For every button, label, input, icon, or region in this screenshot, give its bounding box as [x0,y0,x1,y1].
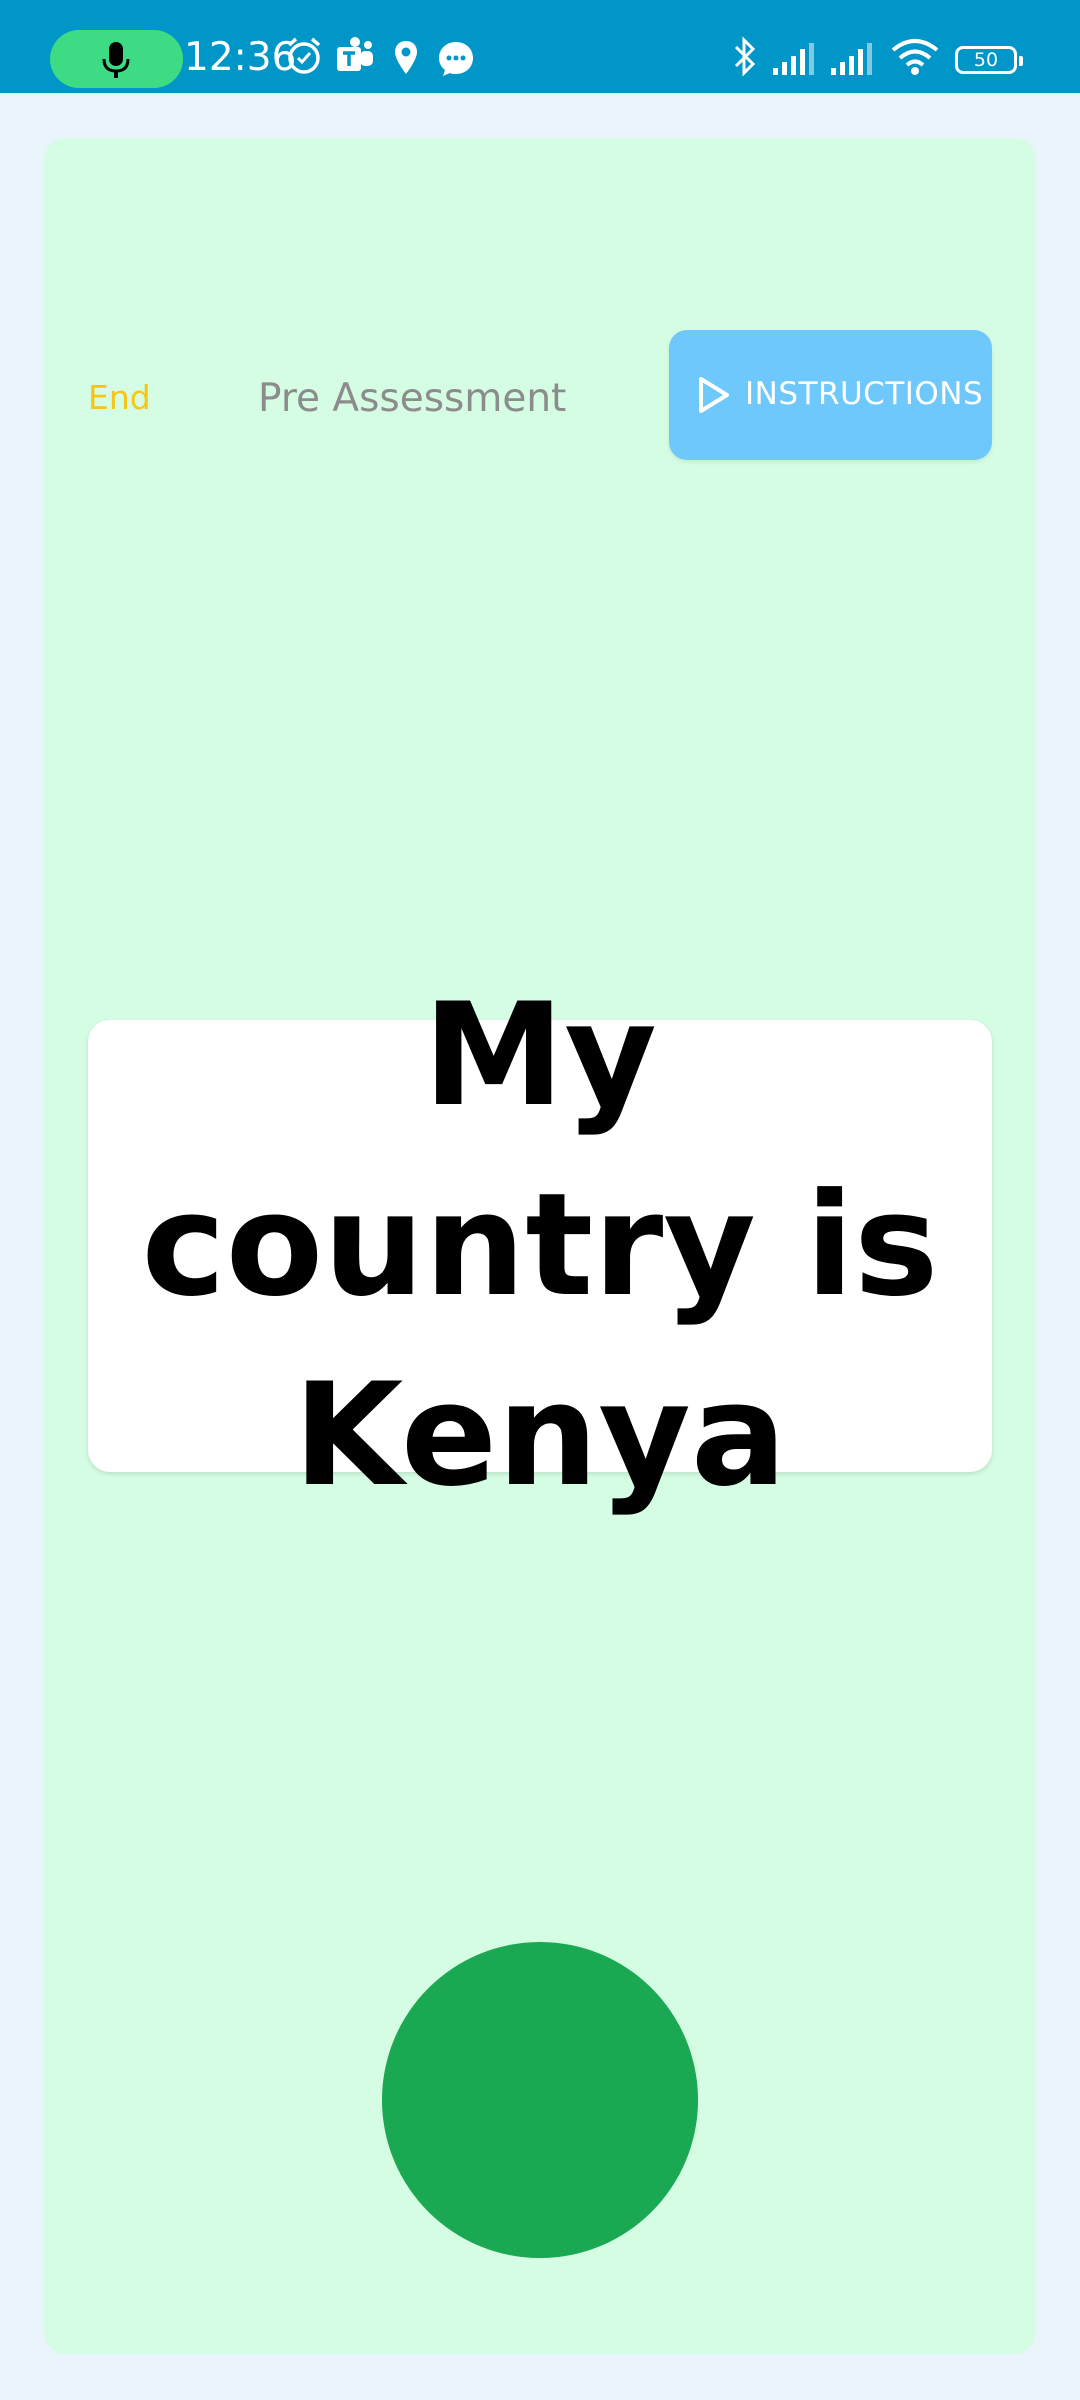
status-bar: 12:36 50 [0,0,1080,93]
signal-icon [831,43,872,75]
battery-icon: 50 [955,46,1023,74]
instructions-label: INSTRUCTIONS [745,376,984,412]
alarm-icon [287,37,321,74]
location-icon [395,41,417,74]
mic-icon [102,42,130,78]
instructions-button[interactable]: INSTRUCTIONS [669,330,992,460]
prompt-sentence: My country is Kenya [141,973,939,1518]
status-time: 12:36 [184,35,297,80]
page-title: Pre Assessment [258,376,567,421]
end-button[interactable]: End [88,378,151,417]
mic-indicator[interactable] [50,30,183,88]
bluetooth-icon [734,36,756,77]
teams-icon [337,37,373,71]
wifi-icon [891,39,939,75]
signal-icon [773,43,814,75]
play-icon [699,377,729,413]
record-button[interactable] [382,1942,698,2258]
prompt-card: My country is Kenya [88,973,992,1518]
message-icon [439,42,473,76]
